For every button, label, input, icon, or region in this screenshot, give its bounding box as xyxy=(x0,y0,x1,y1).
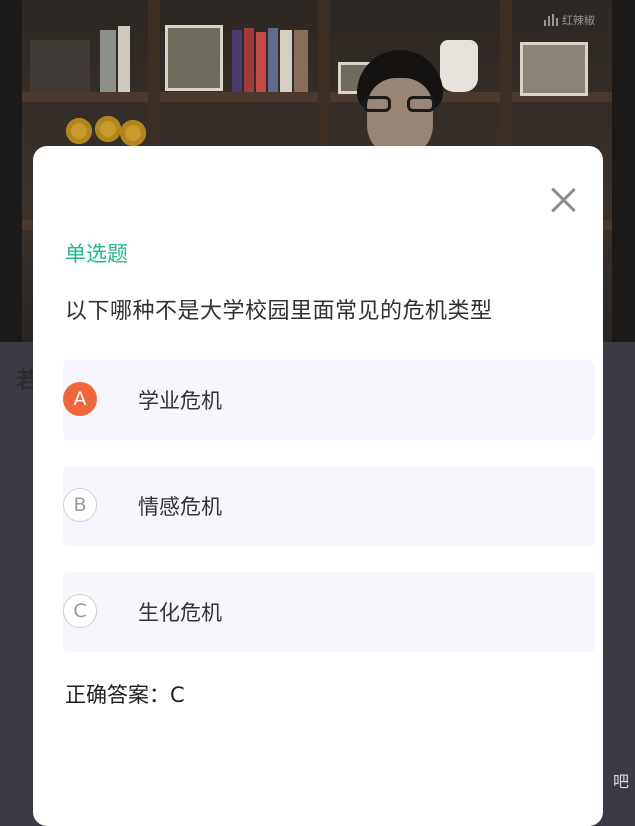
book xyxy=(30,40,90,92)
watermark: 红辣椒 xyxy=(544,12,595,28)
correct-answer: 正确答案：C xyxy=(65,683,185,707)
close-icon[interactable] xyxy=(545,182,581,218)
option-label: 生化危机 xyxy=(138,601,222,625)
book xyxy=(232,30,242,92)
option-label: 情感危机 xyxy=(138,495,222,519)
question-text: 以下哪种不是大学校园里面常见的危机类型 xyxy=(65,299,493,324)
option-a[interactable]: A 学业危机 xyxy=(33,360,603,440)
audio-bars-icon xyxy=(544,14,558,26)
book xyxy=(244,28,254,92)
book xyxy=(256,32,266,92)
book xyxy=(118,26,130,92)
option-letter-badge: A xyxy=(63,382,97,416)
option-label: 学业危机 xyxy=(138,389,222,413)
book xyxy=(268,28,278,92)
picture-frame xyxy=(520,42,588,96)
book xyxy=(100,30,116,92)
option-c[interactable]: C 生化危机 xyxy=(33,572,603,652)
flower xyxy=(120,120,146,146)
picture-frame xyxy=(165,25,223,91)
flower xyxy=(95,116,121,142)
option-b[interactable]: B 情感危机 xyxy=(33,466,603,546)
watermark-text: 红辣椒 xyxy=(562,14,595,27)
option-letter-badge: C xyxy=(63,594,97,628)
question-dialog: 单选题 以下哪种不是大学校园里面常见的危机类型 A 学业危机 B 情感危机 C … xyxy=(33,146,603,826)
corner-watermark: 吧 xyxy=(612,772,629,791)
option-letter-badge: B xyxy=(63,488,97,522)
flower xyxy=(66,118,92,144)
question-type-label: 单选题 xyxy=(65,242,128,266)
book xyxy=(294,30,308,92)
book xyxy=(280,30,292,92)
